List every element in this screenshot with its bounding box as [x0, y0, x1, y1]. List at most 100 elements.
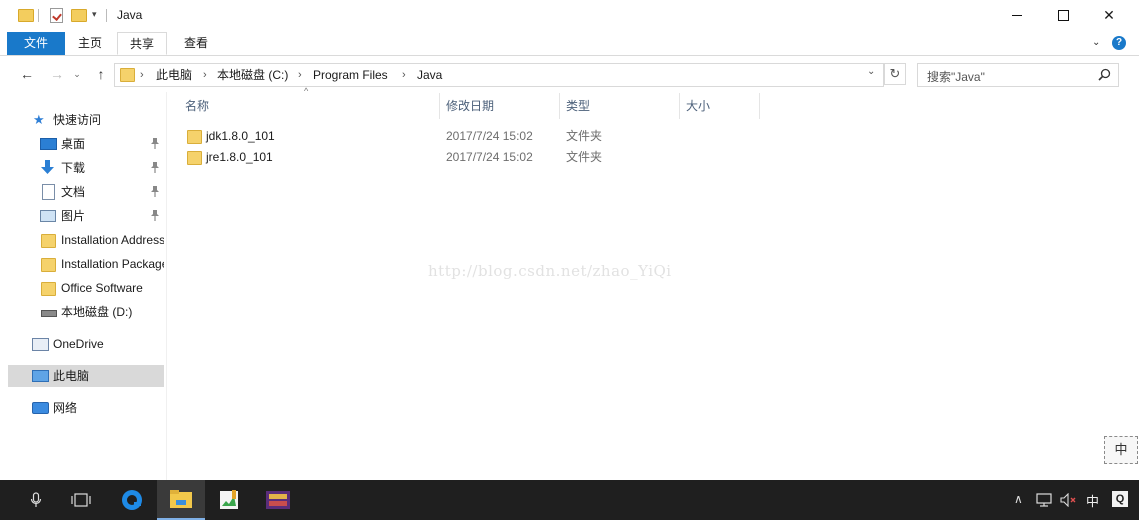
nav-drive-d[interactable]: 本地磁盘 (D:): [0, 301, 164, 323]
tray-app-icon[interactable]: Q: [1112, 491, 1128, 507]
properties-icon[interactable]: [50, 8, 63, 23]
table-row[interactable]: jre1.8.0_101 2017/7/24 15:02 文件夹: [179, 147, 759, 168]
minimize-icon: [1012, 15, 1022, 16]
pin-icon[interactable]: [150, 209, 160, 221]
nav-label: Office Software: [61, 281, 143, 295]
arrow-left-icon: ←: [20, 66, 34, 82]
navigation-pane: ★ 快速访问 桌面 下载 文档 图片 Installation Address …: [0, 92, 166, 480]
nav-label: 图片: [61, 209, 86, 223]
network-icon: [32, 402, 49, 414]
browser-taskbar-button[interactable]: [108, 480, 156, 520]
search-icon[interactable]: [1098, 68, 1111, 81]
file-explorer-icon: [170, 490, 192, 508]
nav-documents[interactable]: 文档: [0, 181, 164, 203]
window-title: Java: [117, 8, 143, 22]
nav-onedrive[interactable]: OneDrive: [0, 333, 164, 355]
table-row[interactable]: jdk1.8.0_101 2017/7/24 15:02 文件夹: [179, 126, 759, 147]
editor-icon: [220, 490, 238, 509]
tab-view[interactable]: 查看: [170, 32, 222, 55]
show-hidden-icons-icon[interactable]: ∧: [1014, 492, 1023, 506]
pin-icon[interactable]: [150, 137, 160, 149]
new-folder-icon[interactable]: [71, 9, 87, 22]
column-divider[interactable]: [559, 93, 560, 119]
qa-separator: [106, 9, 107, 22]
column-header-name[interactable]: 名称: [185, 96, 209, 116]
nav-label: 文档: [61, 185, 86, 199]
up-button[interactable]: ↑: [90, 63, 112, 85]
taskbar: ∧ 中 Q: [0, 480, 1139, 520]
nav-label: 网络: [53, 401, 78, 415]
nav-label: 本地磁盘 (D:): [61, 305, 133, 319]
address-dropdown-icon[interactable]: ⌄: [867, 66, 875, 77]
forward-button[interactable]: →: [46, 63, 68, 85]
file-name: jdk1.8.0_101: [206, 129, 275, 143]
pin-icon[interactable]: [150, 161, 160, 173]
address-bar[interactable]: › 此电脑 › 本地磁盘 (C:) › Program Files › Java…: [114, 63, 884, 87]
recent-locations-button[interactable]: ⌄: [70, 63, 84, 85]
onedrive-icon: [32, 338, 49, 351]
column-divider[interactable]: [439, 93, 440, 119]
breadcrumb-drive-c[interactable]: 本地磁盘 (C:): [217, 64, 288, 86]
maximize-button[interactable]: [1040, 0, 1086, 31]
ribbon-divider: [0, 55, 1139, 56]
back-button[interactable]: ←: [16, 63, 38, 85]
task-view-icon: [71, 493, 91, 507]
column-divider[interactable]: [759, 93, 760, 119]
column-header-type[interactable]: 类型: [566, 96, 590, 116]
microphone-button[interactable]: [12, 480, 60, 520]
column-divider[interactable]: [679, 93, 680, 119]
nav-this-pc[interactable]: 此电脑: [8, 365, 164, 387]
ime-indicator[interactable]: 中: [1086, 491, 1099, 510]
app-icon: [266, 491, 290, 509]
refresh-button[interactable]: ↻: [884, 63, 906, 85]
tab-file[interactable]: 文件: [7, 32, 65, 55]
tab-home[interactable]: 主页: [66, 32, 114, 55]
browser-icon: [122, 490, 142, 510]
search-input[interactable]: 搜索"Java": [927, 68, 985, 85]
nav-label: 快速访问: [53, 113, 102, 127]
nav-installation-package[interactable]: Installation Package: [0, 253, 164, 275]
nav-pictures[interactable]: 图片: [0, 205, 164, 227]
breadcrumb-java[interactable]: Java: [417, 64, 442, 86]
nav-quick-access[interactable]: ★ 快速访问: [0, 109, 164, 131]
pane-splitter[interactable]: [166, 92, 167, 480]
network-status-icon[interactable]: [1036, 493, 1054, 507]
minimize-button[interactable]: [994, 0, 1040, 31]
task-view-button[interactable]: [57, 480, 105, 520]
nav-office-software[interactable]: Office Software: [0, 277, 164, 299]
column-header-date[interactable]: 修改日期: [446, 96, 494, 116]
column-header-size[interactable]: 大小: [686, 96, 710, 116]
ime-badge[interactable]: 中: [1104, 436, 1138, 464]
close-icon: ✕: [1103, 7, 1115, 23]
star-icon: ★: [33, 112, 45, 127]
drive-icon: [41, 310, 57, 317]
app-taskbar-button[interactable]: [254, 480, 302, 520]
breadcrumb-separator: ›: [140, 69, 144, 81]
tab-share[interactable]: 共享: [117, 32, 167, 55]
maximize-icon: [1057, 10, 1069, 21]
pin-icon[interactable]: [150, 185, 160, 197]
document-icon: [42, 184, 55, 200]
folder-icon: [187, 151, 202, 165]
volume-muted-icon[interactable]: [1060, 493, 1078, 507]
file-type: 文件夹: [566, 129, 603, 143]
editor-taskbar-button[interactable]: [205, 480, 253, 520]
breadcrumb-program-files[interactable]: Program Files: [313, 64, 388, 86]
file-date: 2017/7/24 15:02: [446, 150, 533, 164]
nav-downloads[interactable]: 下载: [0, 157, 164, 179]
customize-toolbar-icon[interactable]: ▾: [92, 9, 97, 20]
help-icon[interactable]: ?: [1112, 36, 1126, 50]
nav-network[interactable]: 网络: [0, 397, 164, 419]
close-button[interactable]: ✕: [1086, 0, 1132, 31]
nav-installation-address[interactable]: Installation Address: [0, 229, 164, 251]
folder-icon: [41, 234, 56, 248]
folder-icon: [187, 130, 202, 144]
breadcrumb-this-pc[interactable]: 此电脑: [156, 64, 192, 86]
expand-ribbon-icon[interactable]: ⌄: [1092, 37, 1100, 48]
file-explorer-taskbar-button[interactable]: [157, 480, 205, 520]
folder-icon: [41, 282, 56, 296]
desktop-icon: [40, 138, 57, 150]
search-box[interactable]: 搜索"Java": [917, 63, 1119, 87]
nav-desktop[interactable]: 桌面: [0, 133, 164, 155]
qa-separator: [38, 9, 39, 22]
